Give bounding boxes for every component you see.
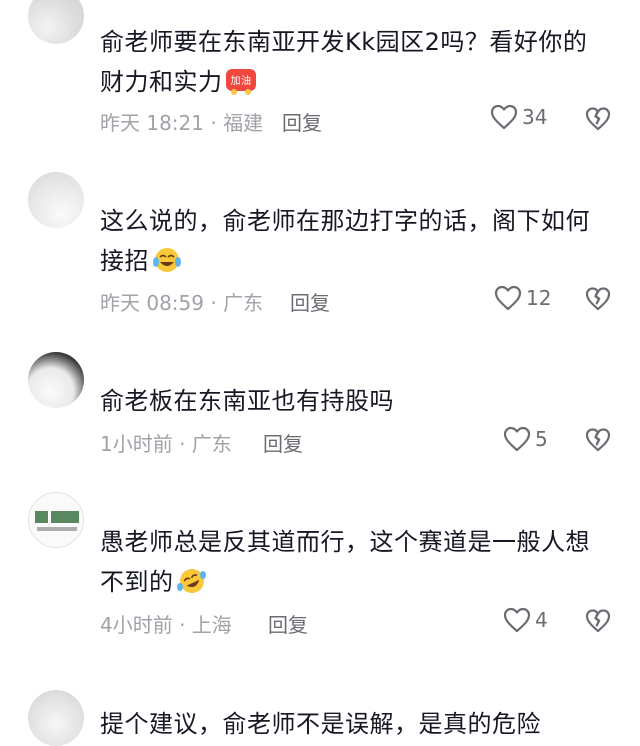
comment-text: 俞老板在东南亚也有持股吗 xyxy=(100,381,610,421)
brand-logo xyxy=(35,511,79,523)
avatar[interactable] xyxy=(28,690,84,746)
broken-heart-icon xyxy=(585,286,611,312)
jiayou-emoji: 加油 xyxy=(225,67,257,95)
brand-logo-text xyxy=(37,527,77,531)
comment-text-line: 俞老师要在东南亚开发Kk园区2吗？看好你的 xyxy=(100,28,588,56)
comment-text-line: 接招 xyxy=(100,247,149,275)
dislike-button[interactable] xyxy=(585,106,611,132)
heart-outline-icon xyxy=(503,607,531,633)
broken-heart-icon xyxy=(585,608,611,634)
avatar[interactable] xyxy=(28,172,84,228)
rolling-laughing-emoji xyxy=(176,567,208,595)
comment-meta: 4小时前 · 上海 xyxy=(100,613,232,637)
heart-outline-icon xyxy=(503,426,531,452)
comment-meta: 昨天 18:21 · 福建 xyxy=(100,111,264,135)
avatar[interactable] xyxy=(28,0,84,44)
comment-text-line: 俞老板在东南亚也有持股吗 xyxy=(100,387,394,415)
heart-outline-icon xyxy=(494,285,522,311)
comment-meta: 1小时前 · 广东 xyxy=(100,432,232,456)
comment-text: 愚老师总是反其道而行，这个赛道是一般人想 不到的 xyxy=(100,522,610,602)
reply-button[interactable]: 回复 xyxy=(290,287,330,316)
dislike-button[interactable] xyxy=(585,608,611,634)
heart-outline-icon xyxy=(490,104,518,130)
comment-text-line: 提个建议，俞老师不是误解，是真的危险 xyxy=(100,710,541,738)
like-button[interactable]: 34 xyxy=(490,104,547,130)
avatar[interactable] xyxy=(28,492,84,548)
broken-heart-icon xyxy=(585,106,611,132)
like-count: 12 xyxy=(526,286,552,310)
like-button[interactable]: 12 xyxy=(494,285,551,311)
comment-text-line: 财力和实力 xyxy=(100,68,223,96)
broken-heart-icon xyxy=(585,427,611,453)
dislike-button[interactable] xyxy=(585,427,611,453)
like-count: 5 xyxy=(535,427,548,451)
reply-button[interactable]: 回复 xyxy=(263,428,303,457)
comment-text: 这么说的，俞老师在那边打字的话，阁下如何 接招 xyxy=(100,201,610,281)
reply-button[interactable]: 回复 xyxy=(282,107,322,136)
avatar[interactable] xyxy=(28,352,84,408)
like-count: 4 xyxy=(535,608,548,632)
reply-button[interactable]: 回复 xyxy=(268,609,308,638)
comment-text-line: 愚老师总是反其道而行，这个赛道是一般人想 xyxy=(100,528,590,556)
tears-of-joy-emoji xyxy=(151,246,183,274)
emoji-label: 加油 xyxy=(230,74,251,87)
comment-meta: 昨天 08:59 · 广东 xyxy=(100,291,264,315)
dislike-button[interactable] xyxy=(585,286,611,312)
like-button[interactable]: 5 xyxy=(503,426,548,452)
like-count: 34 xyxy=(522,105,548,129)
comment-text: 俞老师要在东南亚开发Kk园区2吗？看好你的 财力和实力 加油 xyxy=(100,22,610,102)
comment-text-line: 不到的 xyxy=(100,568,174,596)
comment-text-line: 这么说的，俞老师在那边打字的话，阁下如何 xyxy=(100,207,590,235)
comment-text: 提个建议，俞老师不是误解，是真的危险 xyxy=(100,704,610,744)
like-button[interactable]: 4 xyxy=(503,607,548,633)
